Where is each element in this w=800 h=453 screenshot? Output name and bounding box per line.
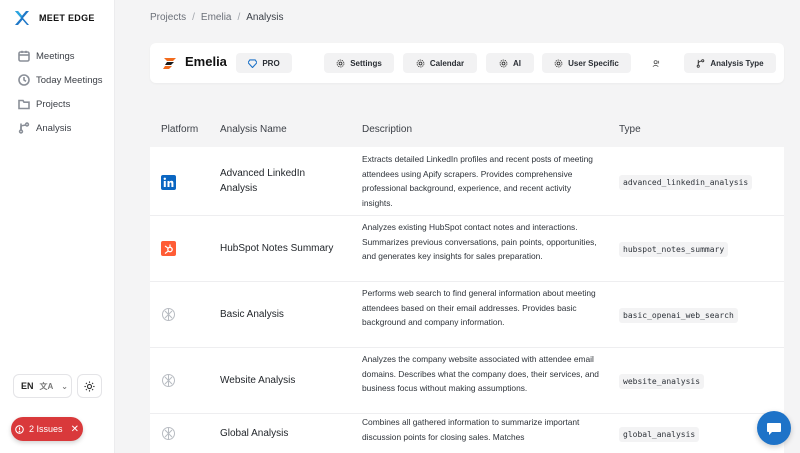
analysis-description: Analyzes existing HubSpot contact notes … <box>362 222 597 261</box>
analysis-type-code: basic_openai_web_search <box>619 308 738 323</box>
issues-label: 2 Issues <box>29 424 63 434</box>
analysis-name: Website Analysis <box>220 375 296 386</box>
ai-label: AI <box>513 58 521 68</box>
analysis-type-code: hubspot_notes_summary <box>619 242 729 257</box>
analysis-type-code: advanced_linkedin_analysis <box>619 175 753 190</box>
gear-icon <box>499 59 508 67</box>
sidebar: MEET EDGE Meetings Today Meetings Projec… <box>0 0 115 453</box>
sidebar-nav: Meetings Today Meetings Projects Analysi… <box>0 44 115 140</box>
close-icon[interactable]: ✕ <box>71 424 79 435</box>
issues-badge[interactable]: 2 Issues ✕ <box>11 417 83 441</box>
openai-icon <box>162 308 175 321</box>
plan-label: PRO <box>262 58 280 68</box>
alert-circle-icon <box>15 424 24 434</box>
column-header-description[interactable]: Description <box>362 124 412 135</box>
breadcrumb-projects[interactable]: Projects <box>150 12 186 23</box>
clock-icon <box>18 74 30 86</box>
analysis-name: HubSpot Notes Summary <box>220 243 334 254</box>
folder-icon <box>18 99 30 110</box>
column-header-type[interactable]: Type <box>619 124 641 135</box>
openai-icon <box>162 374 175 387</box>
column-header-name[interactable]: Analysis Name <box>220 124 287 135</box>
analysis-name: Basic Analysis <box>220 309 284 320</box>
project-header: Emelia PRO Settings Calendar AI User Spe… <box>150 43 784 83</box>
chat-bubble-icon <box>767 422 781 435</box>
sidebar-item-projects[interactable]: Projects <box>0 92 115 116</box>
users-button[interactable] <box>644 53 668 73</box>
plan-badge: PRO <box>236 53 292 73</box>
breadcrumb-separator: / <box>192 12 195 23</box>
breadcrumb-separator: / <box>237 12 241 23</box>
column-header-platform[interactable]: Platform <box>161 124 198 135</box>
language-select[interactable]: EN 文A ⌄ <box>13 374 72 398</box>
sidebar-item-label: Today Meetings <box>36 74 103 86</box>
gear-icon <box>336 59 345 67</box>
gear-icon <box>554 59 563 67</box>
settings-button[interactable]: Settings <box>324 53 394 73</box>
analysis-table: Platform Analysis Name Description Type … <box>150 114 784 453</box>
sidebar-item-label: Projects <box>36 98 71 110</box>
project-name: Emelia <box>185 54 227 69</box>
calendar-button[interactable]: Calendar <box>403 53 477 73</box>
analysis-type-code: global_analysis <box>619 427 700 442</box>
analysis-description: Combines all gathered information to sum… <box>362 417 580 442</box>
branch-icon <box>697 58 705 68</box>
table-row[interactable]: Website Analysis Analyzes the company we… <box>150 348 784 414</box>
brand[interactable]: MEET EDGE <box>14 10 95 26</box>
table-row[interactable]: Global Analysis Combines all gathered in… <box>150 414 784 453</box>
brand-name: MEET EDGE <box>39 13 95 23</box>
calendar-icon <box>18 50 30 62</box>
analysis-name: Advanced LinkedIn Analysis <box>220 168 306 194</box>
gear-icon <box>416 59 425 67</box>
app-root: MEET EDGE Meetings Today Meetings Projec… <box>0 0 800 453</box>
sidebar-item-label: Analysis <box>36 122 72 134</box>
calendar-label: Calendar <box>429 58 465 68</box>
table-row[interactable]: Basic Analysis Performs web search to fi… <box>150 282 784 348</box>
analysis-name: Global Analysis <box>220 428 289 439</box>
table-row[interactable]: HubSpot Notes Summary Analyzes existing … <box>150 216 784 282</box>
branch-icon <box>18 122 30 134</box>
linkedin-icon <box>161 175 176 190</box>
analysis-type-code: website_analysis <box>619 374 705 389</box>
breadcrumb: Projects / Emelia / Analysis <box>150 12 284 23</box>
settings-label: Settings <box>350 58 382 68</box>
sun-icon <box>84 380 95 392</box>
table-header: Platform Analysis Name Description Type <box>150 114 784 146</box>
table-body: Advanced LinkedIn Analysis Extracts deta… <box>150 147 784 453</box>
ai-button[interactable]: AI <box>486 53 534 73</box>
openai-icon <box>162 427 175 440</box>
sidebar-item-today-meetings[interactable]: Today Meetings <box>0 68 115 92</box>
hubspot-icon <box>161 241 176 256</box>
breadcrumb-analysis: Analysis <box>246 12 284 23</box>
sidebar-item-analysis[interactable]: Analysis <box>0 116 115 140</box>
project-logo-icon <box>163 58 176 69</box>
theme-toggle-button[interactable] <box>77 374 102 398</box>
language-code: EN <box>21 381 34 391</box>
breadcrumb-emelia[interactable]: Emelia <box>201 12 232 23</box>
diamond-icon <box>248 58 258 68</box>
analysis-type-label: Analysis Type <box>710 58 764 68</box>
chevron-down-icon: ⌄ <box>61 381 68 391</box>
user-specific-button[interactable]: User Specific <box>542 53 631 73</box>
analysis-description: Extracts detailed LinkedIn profiles and … <box>362 154 593 208</box>
user-specific-label: User Specific <box>568 58 619 68</box>
users-icon <box>652 59 659 67</box>
analysis-description: Performs web search to find general info… <box>362 288 596 327</box>
analysis-description: Analyzes the company website associated … <box>362 354 599 393</box>
translate-icon: 文A <box>39 381 54 391</box>
chat-button[interactable] <box>757 411 791 445</box>
sidebar-item-meetings[interactable]: Meetings <box>0 44 115 68</box>
sidebar-item-label: Meetings <box>36 50 75 62</box>
analysis-type-button[interactable]: Analysis Type <box>684 53 776 73</box>
brand-logo-icon <box>15 11 29 25</box>
table-row[interactable]: Advanced LinkedIn Analysis Extracts deta… <box>150 147 784 216</box>
